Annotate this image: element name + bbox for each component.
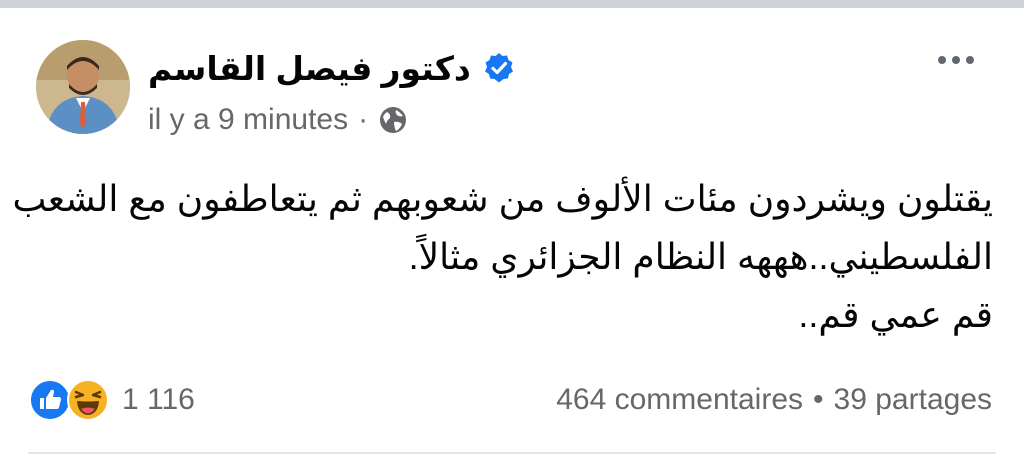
top-divider (0, 0, 1024, 8)
post-stats: 464 commentaires • 39 partages (556, 376, 992, 424)
post-text: يقتلون ويشردون مئات الألوف من شعوبهم ثم … (12, 170, 993, 344)
comments-count[interactable]: 464 commentaires (556, 383, 803, 417)
shares-count[interactable]: 39 partages (834, 383, 992, 417)
reaction-count[interactable]: 1 116 (122, 383, 195, 417)
post-meta: il y a 9 minutes · (148, 100, 408, 140)
author-row: دكتور فيصل القاسم (148, 44, 515, 92)
more-dot (952, 56, 960, 64)
verified-badge-icon (483, 52, 515, 84)
more-dot (966, 56, 974, 64)
timestamp[interactable]: il y a 9 minutes (148, 103, 348, 137)
post-text-line: قم عمي قم.. (798, 294, 993, 335)
reactions-summary[interactable]: 1 116 (28, 376, 195, 424)
bottom-divider (28, 452, 996, 454)
avatar[interactable] (36, 40, 130, 134)
haha-icon (66, 378, 110, 422)
post-text-line: يقتلون ويشردون مئات الألوف من شعوبهم ثم … (12, 178, 993, 219)
globe-icon[interactable] (378, 105, 408, 135)
post-text-line: الفلسطيني..هههه النظام الجزائري مثالاً. (408, 236, 993, 277)
meta-separator: · (358, 103, 369, 136)
stats-separator: • (813, 383, 824, 416)
author-name[interactable]: دكتور فيصل القاسم (148, 49, 471, 88)
more-dot (938, 56, 946, 64)
more-options-button[interactable] (930, 45, 982, 75)
